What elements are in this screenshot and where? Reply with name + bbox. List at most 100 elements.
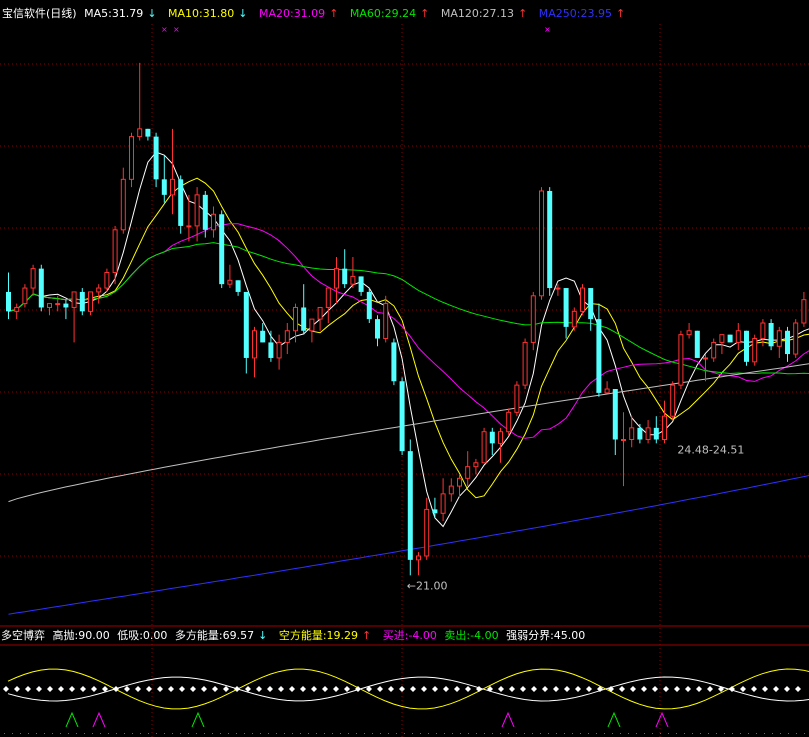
candle-body xyxy=(448,485,454,495)
baseline-dot xyxy=(276,733,277,734)
baseline-dot xyxy=(436,733,437,734)
indicator-low-label: 低吸:0.00 xyxy=(117,629,168,642)
indicator-name: 多空博弈 xyxy=(1,629,45,642)
baseline-dot xyxy=(644,733,645,734)
candle-body xyxy=(465,466,471,479)
baseline-dot xyxy=(604,733,605,734)
baseline-dot xyxy=(100,733,101,734)
baseline-dot xyxy=(676,733,677,734)
divide-marker xyxy=(454,686,460,692)
candle-body xyxy=(186,225,192,228)
baseline-dot xyxy=(460,733,461,734)
ma250-arrow-icon: ↑ xyxy=(616,7,626,20)
divide-marker xyxy=(399,686,405,692)
divide-marker xyxy=(553,686,559,692)
baseline-dot xyxy=(532,733,533,734)
candle-body xyxy=(14,306,20,312)
candle-body xyxy=(399,381,405,452)
baseline-dot xyxy=(324,733,325,734)
sell-label: 卖出:-4.00 xyxy=(444,629,499,642)
divide-marker xyxy=(421,686,427,692)
divide-marker xyxy=(652,686,658,692)
divide-marker xyxy=(223,686,229,692)
kline-chart-window[interactable]: ←21.00 24.48-24.51 × × × 宝信软件(日线) MA5:31.79 ↓… xyxy=(0,0,809,737)
baseline-dot xyxy=(236,733,237,734)
baseline-dot xyxy=(404,733,405,734)
candle-body xyxy=(243,291,249,358)
baseline-dot xyxy=(388,733,389,734)
baseline-dot xyxy=(20,733,21,734)
candle-body xyxy=(112,229,118,274)
divide-marker xyxy=(91,686,97,692)
baseline-dot xyxy=(740,733,741,734)
baseline-dot xyxy=(476,733,477,734)
baseline-dot xyxy=(468,733,469,734)
divide-marker xyxy=(289,686,295,692)
signal-marker: × xyxy=(161,25,168,34)
baseline-dot xyxy=(788,733,789,734)
bear-arrow-icon: ↑ xyxy=(362,629,372,642)
signal-marker: × xyxy=(173,25,180,34)
divide-marker xyxy=(157,686,163,692)
candle-body xyxy=(645,427,651,440)
signal-marker: × xyxy=(544,25,551,34)
candle-body xyxy=(153,136,159,180)
baseline-dot xyxy=(716,733,717,734)
signal-triangle xyxy=(92,711,106,728)
divide-marker xyxy=(498,686,504,692)
divide-marker xyxy=(542,686,548,692)
candle-body xyxy=(202,194,208,230)
baseline-dot xyxy=(36,733,37,734)
stock-title: 宝信软件(日线) xyxy=(2,7,77,20)
bear-energy-label: 空方能量:19.29 xyxy=(278,629,359,642)
baseline-dot xyxy=(188,733,189,734)
divide-marker xyxy=(707,686,713,692)
divide-marker xyxy=(25,686,31,692)
baseline-dot xyxy=(332,733,333,734)
candle-body xyxy=(317,306,323,320)
baseline-dot xyxy=(748,733,749,734)
ma20-label: MA20:31.09 xyxy=(258,7,326,20)
candle-body xyxy=(79,291,85,312)
divide-marker xyxy=(344,686,350,692)
candle-body xyxy=(161,179,167,195)
baseline-dot xyxy=(132,733,133,734)
candle-body xyxy=(252,330,257,359)
candle-body xyxy=(522,341,528,386)
baseline-dot xyxy=(92,733,93,734)
candle-body xyxy=(555,287,561,290)
candle-body xyxy=(47,303,52,308)
divide-marker xyxy=(663,686,669,692)
divide-marker xyxy=(685,686,691,692)
candle-body xyxy=(276,341,282,359)
ma120-arrow-icon: ↑ xyxy=(518,7,528,20)
baseline-dot xyxy=(708,733,709,734)
baseline-dot xyxy=(52,733,53,734)
divide-marker xyxy=(124,686,130,692)
candle-body xyxy=(580,287,585,312)
baseline-dot xyxy=(652,733,653,734)
candle-body xyxy=(457,477,462,487)
candle-body xyxy=(727,334,733,343)
baseline-dot xyxy=(364,733,365,734)
candle-body xyxy=(768,323,774,347)
divide-marker xyxy=(190,686,196,692)
baseline-dot xyxy=(724,733,725,734)
divide-marker xyxy=(630,686,636,692)
baseline-dot xyxy=(628,733,629,734)
baseline-dot xyxy=(196,733,197,734)
divide-marker xyxy=(311,686,317,692)
candle-body xyxy=(711,341,717,359)
price-chart[interactable]: ←21.00 24.48-24.51 × × × xyxy=(0,0,809,737)
candle-body xyxy=(96,287,102,293)
candle-body xyxy=(703,357,708,360)
signal-triangle xyxy=(501,711,515,728)
ma120-label: MA120:27.13 xyxy=(440,7,515,20)
divide-marker xyxy=(69,686,75,692)
candle-body xyxy=(268,342,274,358)
divide-marker xyxy=(509,686,515,692)
candle-body xyxy=(481,431,487,464)
divide-marker xyxy=(575,686,581,692)
divide-marker xyxy=(212,686,218,692)
divide-marker xyxy=(696,686,702,692)
